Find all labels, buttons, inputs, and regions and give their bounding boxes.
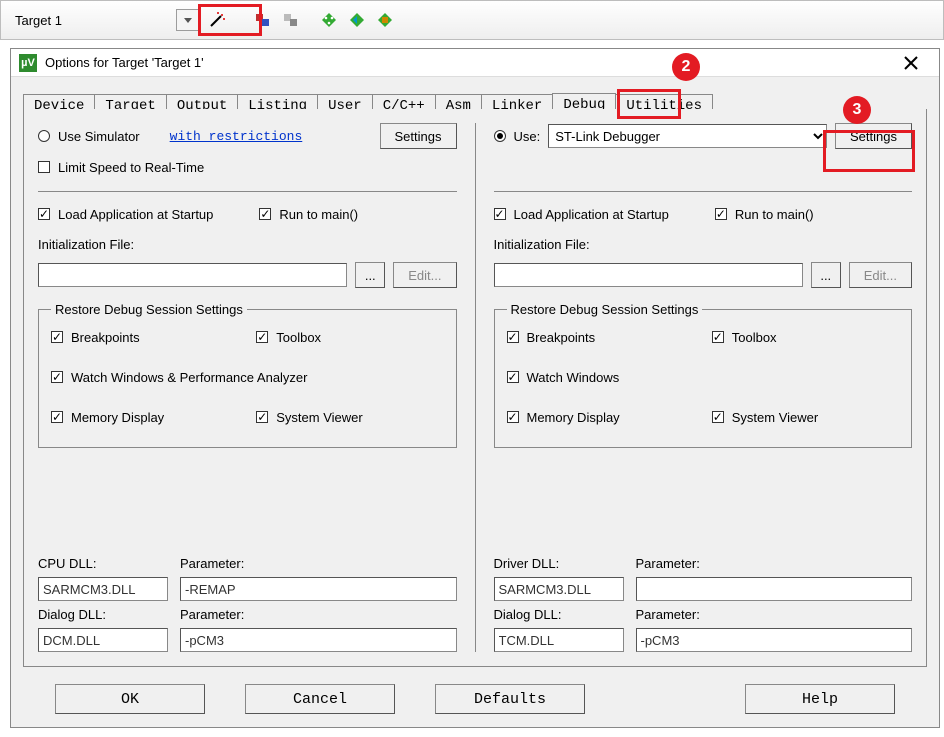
sim-settings-button[interactable]: Settings: [380, 123, 457, 149]
use-simulator-label: Use Simulator: [58, 129, 140, 144]
sim-watch-checkbox[interactable]: [51, 371, 63, 383]
drv-param-input[interactable]: [636, 577, 913, 601]
sim-dlg-dll-label: Dialog DLL:: [38, 607, 168, 622]
hw-sysview-checkbox[interactable]: [712, 411, 724, 423]
sim-init-edit-button: Edit...: [393, 262, 456, 288]
debugger-select[interactable]: ST-Link Debugger: [548, 124, 827, 148]
sim-sysview-label: System Viewer: [276, 410, 362, 425]
sim-run-main-label: Run to main(): [279, 207, 358, 222]
green-diamond-grid-icon[interactable]: [374, 9, 396, 31]
cpu-param-label: Parameter:: [180, 556, 457, 571]
sim-sysview-checkbox[interactable]: [256, 411, 268, 423]
main-toolbar: Target 1: [0, 0, 944, 40]
simulator-panel: Use Simulator with restrictions Settings…: [38, 123, 457, 652]
hw-dlg-param-label: Parameter:: [636, 607, 913, 622]
hw-watch-label: Watch Windows: [527, 370, 620, 385]
dialog-app-icon: µV: [19, 54, 37, 72]
sim-dlg-param-label: Parameter:: [180, 607, 457, 622]
cpu-param-input[interactable]: [180, 577, 457, 601]
sim-load-app-checkbox[interactable]: [38, 208, 50, 220]
drv-dll-input[interactable]: [494, 577, 624, 601]
target-selector-label[interactable]: Target 1: [9, 13, 68, 28]
hw-run-main-label: Run to main(): [735, 207, 814, 222]
cpu-dll-input[interactable]: [38, 577, 168, 601]
sim-breakpoints-checkbox[interactable]: [51, 331, 63, 343]
dialog-titlebar: µV Options for Target 'Target 1': [11, 49, 939, 77]
hw-dlg-param-input[interactable]: [636, 628, 913, 652]
ok-button[interactable]: OK: [55, 684, 205, 714]
sim-breakpoints-label: Breakpoints: [71, 330, 140, 345]
sim-init-file-input[interactable]: [38, 263, 347, 287]
use-simulator-radio[interactable]: [38, 130, 50, 142]
annotation-box-3: [823, 130, 915, 172]
annotation-box-1: [198, 4, 262, 36]
sim-run-main-checkbox[interactable]: [259, 208, 271, 220]
drv-dll-label: Driver DLL:: [494, 556, 624, 571]
hw-init-file-label: Initialization File:: [494, 237, 590, 252]
annotation-marker-2: 2: [672, 53, 700, 81]
sim-memdisp-label: Memory Display: [71, 410, 164, 425]
hw-run-main-checkbox[interactable]: [715, 208, 727, 220]
annotation-marker-3: 3: [843, 96, 871, 124]
hw-restore-group: Restore Debug Session Settings Breakpoin…: [494, 302, 913, 448]
hw-load-app-label: Load Application at Startup: [514, 207, 669, 222]
sim-restore-legend: Restore Debug Session Settings: [51, 302, 247, 317]
sim-init-browse-button[interactable]: ...: [355, 262, 385, 288]
sim-restore-group: Restore Debug Session Settings Breakpoin…: [38, 302, 457, 448]
stacked-gray-icon[interactable]: [280, 9, 302, 31]
use-hardware-radio[interactable]: [494, 130, 506, 142]
sim-toolbox-label: Toolbox: [276, 330, 321, 345]
hw-watch-checkbox[interactable]: [507, 371, 519, 383]
hw-breakpoints-checkbox[interactable]: [507, 331, 519, 343]
sim-memdisp-checkbox[interactable]: [51, 411, 63, 423]
hw-load-app-checkbox[interactable]: [494, 208, 506, 220]
hw-sysview-label: System Viewer: [732, 410, 818, 425]
hw-dlg-dll-label: Dialog DLL:: [494, 607, 624, 622]
sim-dlg-dll-input[interactable]: [38, 628, 168, 652]
hw-memdisp-label: Memory Display: [527, 410, 620, 425]
close-button[interactable]: [891, 51, 931, 75]
sim-dlg-param-input[interactable]: [180, 628, 457, 652]
close-icon: [904, 56, 918, 70]
green-diamond-icon[interactable]: [318, 9, 340, 31]
cancel-button[interactable]: Cancel: [245, 684, 395, 714]
limit-speed-label: Limit Speed to Real-Time: [58, 160, 204, 175]
sim-toolbox-checkbox[interactable]: [256, 331, 268, 343]
hw-restore-legend: Restore Debug Session Settings: [507, 302, 703, 317]
hw-toolbox-label: Toolbox: [732, 330, 777, 345]
dialog-title: Options for Target 'Target 1': [45, 55, 204, 70]
cpu-dll-label: CPU DLL:: [38, 556, 168, 571]
limit-speed-checkbox[interactable]: [38, 161, 50, 173]
sim-watch-label: Watch Windows & Performance Analyzer: [71, 370, 308, 385]
hw-memdisp-checkbox[interactable]: [507, 411, 519, 423]
hw-toolbox-checkbox[interactable]: [712, 331, 724, 343]
chevron-down-icon: [184, 18, 192, 23]
hw-dlg-dll-input[interactable]: [494, 628, 624, 652]
help-button[interactable]: Help: [745, 684, 895, 714]
hardware-panel: Use: ST-Link Debugger Settings Load Appl…: [494, 123, 913, 652]
sim-load-app-label: Load Application at Startup: [58, 207, 213, 222]
green-diamond-arrow-icon[interactable]: [346, 9, 368, 31]
options-dialog: µV Options for Target 'Target 1' Device …: [10, 48, 940, 728]
hw-init-browse-button[interactable]: ...: [811, 262, 841, 288]
hw-breakpoints-label: Breakpoints: [527, 330, 596, 345]
sim-init-file-label: Initialization File:: [38, 237, 134, 252]
defaults-button[interactable]: Defaults: [435, 684, 585, 714]
restrictions-link[interactable]: with restrictions: [170, 129, 303, 144]
target-dropdown-button[interactable]: [176, 9, 200, 31]
dialog-button-bar: OK Cancel Defaults Help: [11, 679, 939, 719]
annotation-box-2: [617, 89, 681, 119]
hw-init-edit-button: Edit...: [849, 262, 912, 288]
hw-init-file-input[interactable]: [494, 263, 803, 287]
drv-param-label: Parameter:: [636, 556, 913, 571]
use-hardware-label: Use:: [514, 129, 541, 144]
